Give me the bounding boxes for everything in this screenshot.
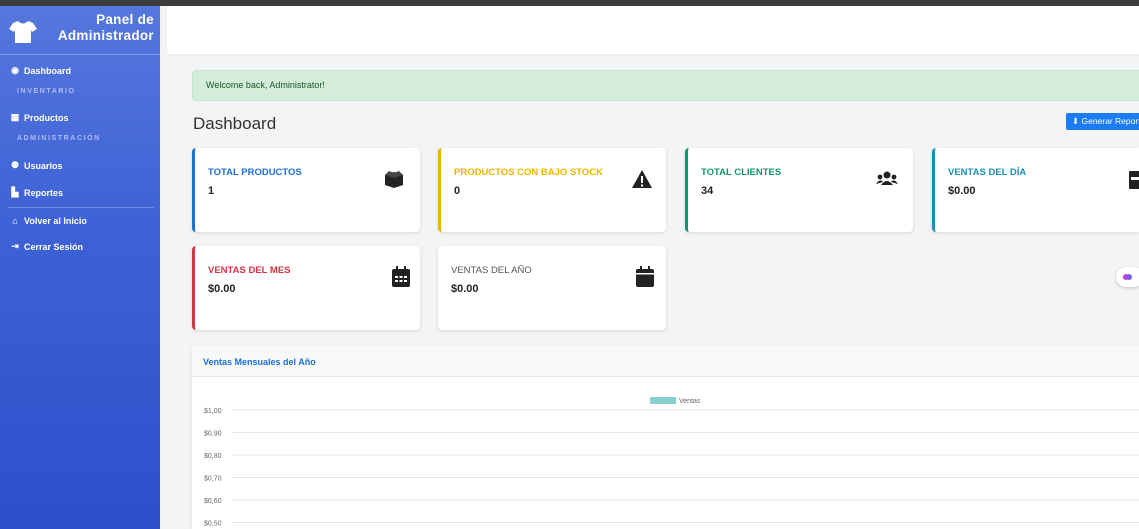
y-tick-label: $0,70 (204, 476, 222, 483)
sidebar-item-volver[interactable]: ⌂ Volver al Inicio (10, 216, 87, 226)
y-tick-label: $0,50 (204, 521, 222, 528)
card-label: PRODUCTOS CON BAJO STOCK (454, 167, 604, 178)
sidebar-brand[interactable]: Panel de Administrador (0, 6, 160, 55)
floating-assistant-button[interactable] (1116, 267, 1139, 287)
card-bajo-stock: PRODUCTOS CON BAJO STOCK 0 (438, 148, 666, 232)
card-value: 34 (701, 185, 714, 197)
sidebar-item-label: Dashboard (24, 65, 72, 76)
brand-title: Panel de Administrador (57, 12, 154, 43)
card-label: VENTAS DEL DÍA (948, 167, 1027, 178)
sidebar-item-label: Usuarios (24, 160, 63, 171)
calendar-icon (636, 266, 654, 287)
sidebar-item-label: Productos (24, 112, 69, 123)
sidebar-item-label: Cerrar Sesión (24, 241, 84, 252)
box-icon: ▦ (10, 112, 20, 122)
card-value: $0.00 (451, 283, 479, 295)
chart-header: Ventas Mensuales del Año (192, 346, 1139, 377)
generate-report-button[interactable]: ⬇ Generar Reporte (1066, 113, 1139, 130)
monthly-sales-chart: Ventas $1,00 $0,90 $0,80 $0,70 $0,60 $0,50 (204, 397, 1139, 528)
card-value: 1 (208, 185, 215, 197)
card-value: 0 (454, 185, 461, 197)
card-ventas-ano: VENTAS DEL AÑO $0.00 (438, 246, 666, 330)
brain-icon (1123, 274, 1132, 280)
card-ventas-dia: VENTAS DEL DÍA $0.00 (932, 148, 1139, 232)
sidebar-item-dashboard[interactable]: ◉ Dashboard (10, 65, 71, 76)
chart-icon: ▙ (11, 187, 19, 197)
legend-label: Ventas (679, 398, 701, 405)
y-tick-label: $0,60 (204, 498, 222, 505)
welcome-alert: Welcome back, Administrator! (192, 70, 1139, 101)
sidebar-item-productos[interactable]: ▦ Productos (10, 112, 69, 123)
users-icon: ⚉ (10, 160, 20, 170)
card-label: VENTAS DEL MES (208, 265, 291, 276)
card-value: $0.00 (948, 185, 976, 197)
dashboard-icon: ◉ (11, 65, 19, 75)
page-title: Dashboard (193, 114, 277, 133)
y-tick-label: $0,80 (204, 453, 222, 460)
chart-title: Ventas Mensuales del Año (203, 357, 316, 367)
monthly-sales-panel: Ventas Mensuales del Año Ventas $1,00 $0,9… (192, 346, 1139, 529)
sidebar-divider (8, 207, 154, 208)
legend-swatch (650, 397, 676, 404)
y-tick-label: $0,90 (204, 431, 222, 438)
card-label: TOTAL PRODUCTOS (208, 167, 302, 178)
sidebar-item-reportes[interactable]: ▙ Reportes (10, 187, 63, 198)
card-value: $0.00 (208, 283, 236, 295)
card-ventas-mes: VENTAS DEL MES $0.00 (192, 246, 420, 330)
top-header (167, 6, 1139, 54)
sidebar: Panel de Administrador ◉ Dashboard INVEN… (0, 6, 160, 529)
calendar-day-icon (1129, 171, 1139, 189)
sidebar-item-usuarios[interactable]: ⚉ Usuarios (10, 160, 63, 171)
card-total-clientes: TOTAL CLIENTES 34 (685, 148, 913, 232)
sidebar-item-cerrar-sesion[interactable]: ⇥ Cerrar Sesión (10, 241, 83, 252)
calendar-grid-icon (392, 266, 410, 287)
boxes-icon (385, 171, 403, 188)
y-tick-label: $1,00 (204, 408, 222, 415)
card-label: TOTAL CLIENTES (701, 167, 782, 178)
card-label: VENTAS DEL AÑO (451, 265, 532, 276)
section-inventario: INVENTARIO (17, 88, 76, 95)
warning-icon (632, 170, 652, 188)
section-administracion: ADMINISTRACIÓN (17, 135, 101, 142)
tshirt-icon (9, 21, 37, 43)
logout-icon: ⇥ (11, 241, 19, 251)
users-icon (876, 171, 898, 185)
sidebar-item-label: Volver al Inicio (24, 216, 87, 226)
home-icon: ⌂ (12, 216, 18, 226)
sidebar-item-label: Reportes (24, 187, 64, 198)
card-total-productos: TOTAL PRODUCTOS 1 (192, 148, 420, 232)
